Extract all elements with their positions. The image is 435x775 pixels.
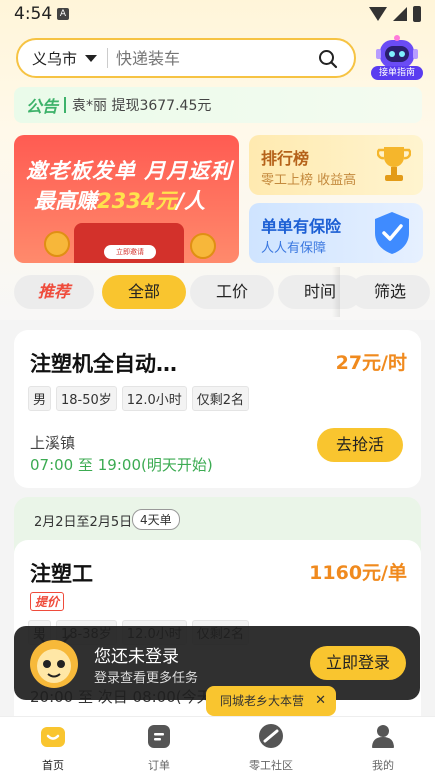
notification-icon: A	[57, 8, 69, 20]
job-price: 1160元/单	[309, 562, 407, 584]
close-icon[interactable]: ✕	[315, 686, 326, 716]
insurance-title: 单单有保险	[261, 217, 342, 236]
search-divider	[107, 48, 109, 68]
job-tag: 男	[28, 386, 52, 411]
banner-prefix: 最高赚	[34, 189, 97, 213]
tab-label: 零工社区	[249, 759, 293, 772]
tab-home[interactable]: 首页	[13, 723, 93, 773]
job-price: 27元/时	[335, 352, 407, 374]
ranking-subtitle: 零工上榜 收益高	[261, 173, 357, 188]
tab-orders[interactable]: 订单	[119, 723, 199, 773]
city-selector[interactable]: 义乌市	[32, 48, 77, 69]
coin-icon	[190, 233, 216, 259]
search-bar[interactable]: 义乌市	[16, 38, 356, 78]
banner-subline: 最高赚2334元/人	[34, 185, 205, 215]
insurance-subtitle: 人人有保障	[261, 241, 327, 256]
status-bar: 4:54 A	[0, 0, 435, 30]
search-icon[interactable]	[318, 49, 338, 69]
login-title: 您还未登录	[94, 647, 179, 667]
banner-invite-button[interactable]: 立即邀请	[104, 245, 156, 259]
community-tooltip[interactable]: 同城老乡大本营 ✕	[206, 686, 336, 720]
banner-suffix: /人	[176, 189, 206, 213]
announcement-divider	[64, 97, 67, 113]
job-title: 注塑机全自动…	[30, 352, 177, 376]
bottom-tab-bar: 首页 订单 零工社区 我的	[0, 716, 435, 775]
banner-amount: 2334元	[97, 189, 177, 213]
community-tooltip-text: 同城老乡大本营	[220, 694, 305, 708]
job-tag: 18-50岁	[56, 386, 117, 411]
announcement-bar[interactable]: 公告 袁*丽 提现3677.45元	[14, 87, 422, 123]
profile-icon	[372, 725, 394, 748]
community-icon	[259, 724, 283, 748]
tab-label: 我的	[372, 759, 394, 772]
grab-job-button[interactable]: 去抢活	[317, 428, 403, 462]
price-raise-badge: 提价	[30, 592, 65, 611]
group-days-badge: 4天单	[132, 509, 180, 530]
chevron-down-icon[interactable]	[85, 54, 98, 62]
ranking-title: 排行榜	[261, 149, 310, 168]
login-subtitle: 登录查看更多任务	[94, 671, 199, 686]
filter-row: 推荐 全部 工价 时间 筛选	[14, 275, 435, 311]
signal-icon	[393, 7, 407, 21]
insurance-card[interactable]: 单单有保险 人人有保障	[249, 203, 423, 263]
tab-label: 首页	[42, 759, 64, 772]
job-tag: 仅剩2名	[191, 386, 250, 411]
shield-icon	[375, 212, 409, 254]
job-card[interactable]: 注塑机全自动… 27元/时 男 18-50岁 12.0小时 仅剩2名 上溪镇 0…	[14, 330, 421, 488]
tab-community[interactable]: 零工社区	[231, 723, 311, 773]
status-time: 4:54	[14, 4, 53, 24]
search-input[interactable]	[116, 48, 317, 68]
announcement-text: 袁*丽 提现3677.45元	[72, 98, 212, 114]
job-location: 上溪镇	[30, 434, 76, 452]
wifi-icon	[369, 7, 387, 21]
job-title: 注塑工	[30, 562, 93, 586]
coin-icon	[44, 231, 70, 257]
filter-all[interactable]: 全部	[102, 275, 186, 309]
announcement-tag: 公告	[26, 97, 59, 116]
job-tags: 男 18-50岁 12.0小时 仅剩2名	[28, 386, 250, 411]
home-icon	[41, 727, 65, 747]
tab-profile[interactable]: 我的	[343, 723, 423, 773]
job-tag: 12.0小时	[121, 386, 187, 411]
filter-wage[interactable]: 工价	[190, 275, 274, 309]
ant-mascot-icon	[30, 634, 78, 688]
login-button[interactable]: 立即登录	[310, 646, 406, 680]
filter-options[interactable]: 筛选	[350, 275, 430, 309]
job-time: 07:00 至 19:00(明天开始)	[30, 456, 213, 474]
order-icon	[148, 725, 170, 748]
status-icons	[369, 6, 421, 22]
promo-banner[interactable]: 邀老板发单 月月返利 最高赚2334元/人 立即邀请	[14, 135, 239, 263]
banner-headline: 邀老板发单 月月返利	[26, 159, 233, 183]
ranking-card[interactable]: 排行榜 零工上榜 收益高	[249, 135, 423, 195]
trophy-icon	[377, 147, 411, 181]
filter-recommend[interactable]: 推荐	[14, 275, 94, 309]
group-date-range: 2月2日至2月5日	[34, 515, 133, 530]
assistant-label[interactable]: 接单指南	[371, 66, 423, 80]
filter-divider	[332, 267, 340, 317]
tab-label: 订单	[148, 759, 170, 772]
battery-icon	[413, 6, 421, 22]
